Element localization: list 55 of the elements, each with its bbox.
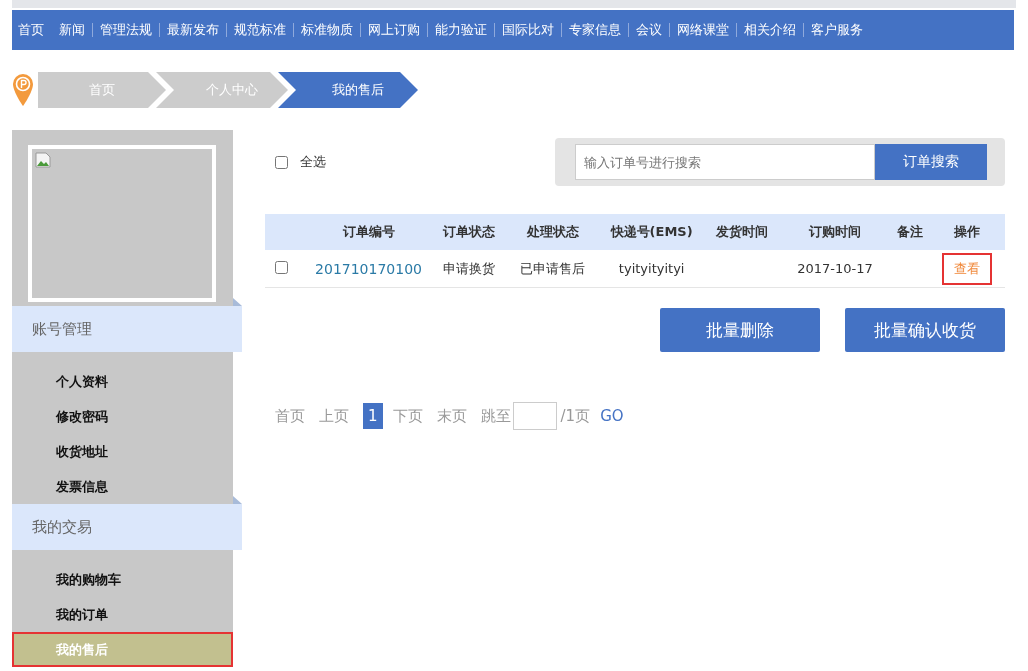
nav-link[interactable]: 会议: [629, 21, 669, 39]
broken-image-icon: [35, 152, 51, 168]
column-header: 订单编号: [304, 214, 433, 250]
location-pin-icon: [12, 73, 34, 107]
fold-corner: [233, 496, 242, 504]
nav-link[interactable]: 网上订购: [361, 21, 427, 39]
go-link[interactable]: GO: [600, 407, 624, 425]
sidebar-item[interactable]: 我的订单: [12, 597, 233, 632]
nav-link[interactable]: 最新发布: [160, 21, 226, 39]
jump-label: 跳至: [480, 406, 511, 426]
column-header: 订单状态: [432, 214, 507, 250]
nav-link[interactable]: 客户服务: [804, 21, 870, 39]
column-header: 操作: [928, 214, 1005, 250]
sidebar-item[interactable]: 我的购物车: [12, 562, 233, 597]
nav-link[interactable]: 能力验证: [428, 21, 494, 39]
select-all-label: 全选: [300, 153, 326, 171]
table-cell: 申请换货: [432, 250, 507, 288]
nav-link[interactable]: 专家信息: [562, 21, 628, 39]
sidebar-item[interactable]: 收货地址: [12, 434, 233, 469]
sidebar-item[interactable]: 个人资料: [12, 364, 233, 399]
page-number[interactable]: 1: [363, 403, 383, 429]
sidebar-item[interactable]: 发票信息: [12, 469, 233, 504]
nav-link[interactable]: 网络课堂: [670, 21, 736, 39]
table-cell: tyityityityi: [598, 250, 705, 288]
column-header: 订购时间: [778, 214, 892, 250]
column-header: 快递号(EMS): [598, 214, 705, 250]
batch-action-button[interactable]: 批量删除: [660, 308, 820, 352]
page-field[interactable]: [512, 402, 557, 430]
nav-link[interactable]: 规范标准: [227, 21, 293, 39]
view-link[interactable]: 查看: [941, 252, 992, 285]
previous-page-link[interactable]: 上页: [319, 406, 349, 426]
nav-link[interactable]: 首页: [18, 21, 51, 39]
row-checkbox[interactable]: [275, 260, 288, 274]
first-page-link[interactable]: 首页: [275, 406, 305, 426]
page-total: /1页: [560, 406, 591, 426]
nav-link[interactable]: 相关介绍: [737, 21, 803, 39]
sidebar-item[interactable]: 修改密码: [12, 399, 233, 434]
nav-link[interactable]: 国际比对: [495, 21, 561, 39]
search-button[interactable]: 订单搜索: [875, 144, 987, 180]
nav-link[interactable]: 标准物质: [294, 21, 360, 39]
column-header: 备注: [891, 214, 929, 250]
fold-corner: [233, 298, 242, 306]
order-number-link[interactable]: 201710170100: [315, 260, 422, 277]
select-all-checkbox[interactable]: [275, 155, 288, 169]
nav-link[interactable]: 管理法规: [93, 21, 159, 39]
next-page-link[interactable]: 下页: [392, 406, 423, 426]
breadcrumb-item[interactable]: 我的售后: [278, 72, 418, 108]
search-field[interactable]: 输入订单号进行搜索: [575, 144, 875, 180]
column-header: 处理状态: [506, 214, 599, 250]
last-page-link[interactable]: 末页: [436, 406, 467, 426]
batch-action-button[interactable]: 批量确认收货: [845, 308, 1005, 352]
column-header: 发货时间: [704, 214, 779, 250]
table-cell: 2017-10-17: [778, 250, 892, 288]
nav-link[interactable]: 新闻: [52, 21, 92, 39]
table-cell: 已申请售后: [506, 250, 599, 288]
